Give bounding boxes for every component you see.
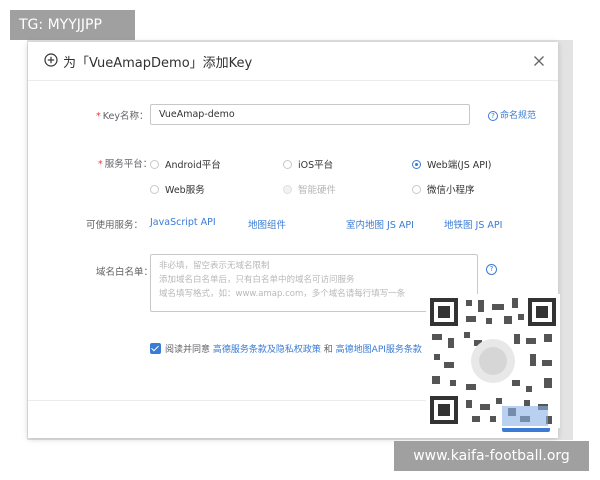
service-link-subway-map[interactable]: 地铁图 JS API	[444, 217, 502, 231]
naming-rules-link[interactable]: ? 命名规范	[488, 108, 536, 121]
domain-whitelist-label: 域名白名单：	[96, 267, 154, 278]
plus-circle-icon	[44, 53, 58, 67]
key-name-input[interactable]: VueAmap-demo	[150, 104, 470, 125]
radio-circle	[150, 160, 159, 169]
radio-circle-disabled	[283, 185, 292, 194]
radio-android[interactable]: Android平台	[150, 157, 221, 171]
api-terms-link[interactable]: 高德地图API服务条款	[336, 345, 422, 355]
qr-code-image	[426, 294, 560, 428]
radio-web-js-api[interactable]: Web端(JS API)	[412, 157, 492, 171]
key-name-label: * Key名称：	[96, 111, 149, 122]
radio-circle-checked	[412, 160, 421, 169]
radio-wechat-mini-program[interactable]: 微信小程序	[412, 182, 475, 196]
terms-link[interactable]: 高德服务条款及隐私权政策	[213, 345, 321, 355]
radio-circle	[283, 160, 292, 169]
agreement-checkbox[interactable]	[150, 343, 161, 354]
radio-web-service[interactable]: Web服务	[150, 182, 205, 196]
dialog-title: 为「VueAmapDemo」添加Key	[63, 56, 253, 71]
close-icon[interactable]	[533, 55, 545, 67]
question-circle-icon[interactable]: ?	[486, 264, 497, 275]
watermark-top: TG: MYYJJPP	[10, 10, 135, 40]
placeholder-line: 域名填写格式，如：www.amap.com，多个域名请每行填写一条	[159, 289, 406, 299]
service-platform-label: * 服务平台：	[98, 159, 153, 170]
dialog-header: 为「VueAmapDemo」添加Key	[28, 42, 558, 81]
placeholder-line: 非必填，留空表示无域名限制	[159, 261, 270, 271]
radio-circle	[150, 185, 159, 194]
service-link-javascript-api[interactable]: JavaScript API	[150, 217, 216, 228]
service-link-map-components[interactable]: 地图组件	[248, 217, 286, 231]
radio-ios[interactable]: iOS平台	[283, 157, 333, 171]
watermark-bottom: www.kaifa-football.org	[394, 441, 589, 471]
page: TG: MYYJJPP 为「VueAmapDemo」添加Key * Key名称： …	[0, 0, 600, 480]
question-circle-icon: ?	[488, 111, 498, 121]
service-link-indoor-map[interactable]: 室内地图 JS API	[346, 217, 414, 231]
placeholder-line: 添加域名白名单后，只有白名单中的域名可访问服务	[159, 275, 355, 285]
agreement-row: 阅读并同意 高德服务条款及隐私权政策 和 高德地图API服务条款	[150, 342, 422, 355]
available-services-label: 可使用服务：	[86, 220, 144, 231]
radio-smart-hardware: 智能硬件	[283, 182, 336, 196]
radio-circle	[412, 185, 421, 194]
